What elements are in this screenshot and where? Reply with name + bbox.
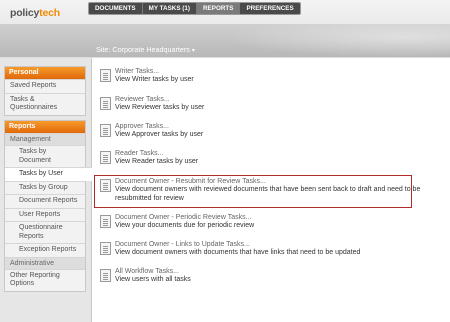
sidebar-item-other-reporting-options[interactable]: Other Reporting Options: [5, 268, 85, 291]
document-icon: [100, 69, 111, 82]
reports-panel: Reports Management Tasks by Document Tas…: [4, 120, 93, 292]
document-icon: [100, 124, 111, 137]
task-link-writer[interactable]: Writer Tasks...: [115, 68, 430, 76]
task-link-all-workflow[interactable]: All Workflow Tasks...: [115, 268, 430, 276]
task-link-approver[interactable]: Approver Tasks...: [115, 123, 430, 131]
task-description: View your documents due for periodic rev…: [115, 222, 255, 229]
document-icon: [100, 151, 111, 164]
logo-text-tech: tech: [39, 7, 60, 19]
task-description: View users with all tasks: [115, 276, 191, 283]
sidebar-item-document-reports[interactable]: Document Reports: [5, 194, 85, 208]
task-item: Approver Tasks... View Approver tasks by…: [100, 123, 430, 140]
tab-documents[interactable]: DOCUMENTS: [89, 3, 142, 14]
task-description: View Reader tasks by user: [115, 158, 199, 165]
sidebar-item-saved-reports[interactable]: Saved Reports: [5, 79, 85, 93]
sidebar-item-user-reports[interactable]: User Reports: [5, 207, 85, 222]
task-item: Writer Tasks... View Writer tasks by use…: [100, 68, 430, 85]
task-description: View Writer tasks by user: [115, 76, 194, 83]
tab-my-tasks[interactable]: MY TASKS (1): [141, 3, 196, 14]
site-banner: [0, 24, 450, 57]
document-icon: [100, 215, 111, 228]
task-item: All Workflow Tasks... View users with al…: [100, 268, 430, 285]
task-link-periodic-review[interactable]: Document Owner - Periodic Review Tasks..…: [115, 214, 430, 222]
chevron-down-icon: ▾: [191, 48, 195, 54]
task-link-reader[interactable]: Reader Tasks...: [115, 150, 430, 158]
task-description: View Approver tasks by user: [115, 131, 204, 138]
document-icon: [100, 97, 111, 110]
tab-preferences[interactable]: PREFERENCES: [239, 3, 299, 14]
sidebar-group-management[interactable]: Management: [5, 133, 85, 145]
highlight-box: [94, 175, 412, 208]
task-item: Document Owner - Links to Update Tasks..…: [100, 241, 430, 258]
task-description: View document owners with documents that…: [115, 249, 361, 256]
task-link-reviewer[interactable]: Reviewer Tasks...: [115, 96, 430, 104]
sidebar-item-exception-reports[interactable]: Exception Reports: [5, 243, 85, 257]
sidebar-item-questionnaire-reports[interactable]: Questionnaire Reports: [5, 221, 85, 243]
task-item: Document Owner - Periodic Review Tasks..…: [100, 214, 430, 231]
document-icon: [100, 242, 111, 255]
document-icon: [100, 269, 111, 282]
sidebar-item-tasks-by-group[interactable]: Tasks by Group: [5, 180, 85, 195]
site-selector[interactable]: Site: Corporate Headquarters ▾: [96, 45, 195, 54]
tab-reports[interactable]: REPORTS: [196, 3, 240, 14]
logo-text-policy: policy: [10, 7, 40, 19]
top-navigation: DOCUMENTS MY TASKS (1) REPORTS PREFERENC…: [88, 2, 301, 15]
personal-header: Personal: [5, 67, 85, 79]
sidebar-item-tasks-by-user[interactable]: Tasks by User: [5, 167, 93, 181]
task-item: Reviewer Tasks... View Reviewer tasks by…: [100, 96, 430, 113]
sidebar-group-administrative[interactable]: Administrative: [5, 256, 85, 269]
task-link-links-to-update[interactable]: Document Owner - Links to Update Tasks..…: [115, 241, 430, 249]
task-item: Reader Tasks... View Reader tasks by use…: [100, 150, 430, 167]
sidebar-item-tasks-questionnaires[interactable]: Tasks & Questionnaires: [5, 92, 85, 115]
reports-header: Reports: [5, 121, 85, 133]
policytech-logo[interactable]: policytech: [10, 7, 60, 19]
sidebar-item-tasks-by-document[interactable]: Tasks by Document: [5, 145, 85, 167]
task-description: View Reviewer tasks by user: [115, 104, 205, 111]
personal-panel: Personal Saved Reports Tasks & Questionn…: [4, 66, 86, 116]
site-label: Site: Corporate Headquarters: [96, 45, 190, 54]
sidebar: Personal Saved Reports Tasks & Questionn…: [0, 58, 93, 322]
